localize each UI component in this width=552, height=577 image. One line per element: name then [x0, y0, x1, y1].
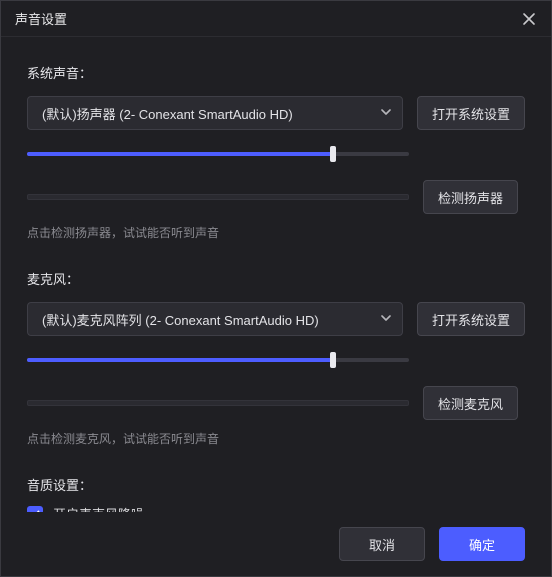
microphone-level-meter — [27, 400, 409, 406]
close-icon — [522, 12, 536, 26]
open-system-settings-mic-label: 打开系统设置 — [432, 310, 510, 329]
speaker-volume-slider[interactable] — [27, 144, 409, 164]
slider-fill — [27, 152, 333, 156]
speaker-level-meter — [27, 194, 409, 200]
test-speaker-label: 检测扬声器 — [438, 188, 503, 207]
dialog-content: 系统声音： (默认)扬声器 (2- Conexant SmartAudio HD… — [1, 37, 551, 512]
microphone-label: 麦克风： — [27, 269, 525, 288]
open-system-settings-button-mic[interactable]: 打开系统设置 — [417, 302, 525, 336]
open-system-settings-label: 打开系统设置 — [432, 104, 510, 123]
test-microphone-button[interactable]: 检测麦克风 — [423, 386, 518, 420]
microphone-device-select[interactable]: (默认)麦克风阵列 (2- Conexant SmartAudio HD) — [27, 302, 403, 336]
cancel-button[interactable]: 取消 — [339, 527, 425, 561]
slider-thumb[interactable] — [330, 352, 336, 368]
close-button[interactable] — [515, 5, 543, 33]
microphone-device-value: (默认)麦克风阵列 (2- Conexant SmartAudio HD) — [42, 310, 319, 329]
ok-button[interactable]: 确定 — [439, 527, 525, 561]
slider-fill — [27, 358, 333, 362]
test-speaker-button[interactable]: 检测扬声器 — [423, 180, 518, 214]
slider-thumb[interactable] — [330, 146, 336, 162]
audio-settings-dialog: 声音设置 系统声音： (默认)扬声器 (2- Conexant SmartAud… — [0, 0, 552, 577]
ok-label: 确定 — [469, 535, 495, 554]
microphone-volume-slider[interactable] — [27, 350, 409, 370]
open-system-settings-button-speaker[interactable]: 打开系统设置 — [417, 96, 525, 130]
dialog-title: 声音设置 — [15, 9, 67, 28]
cancel-label: 取消 — [369, 535, 395, 554]
microphone-hint: 点击检测麦克风，试试能否听到声音 — [27, 430, 525, 447]
system-sound-device-select[interactable]: (默认)扬声器 (2- Conexant SmartAudio HD) — [27, 96, 403, 130]
system-sound-label: 系统声音： — [27, 63, 525, 82]
dialog-footer: 取消 确定 — [1, 512, 551, 576]
quality-label: 音质设置： — [27, 475, 525, 494]
test-microphone-label: 检测麦克风 — [438, 394, 503, 413]
speaker-hint: 点击检测扬声器，试试能否听到声音 — [27, 224, 525, 241]
noise-reduction-label: 开启麦克风降噪 — [53, 504, 144, 512]
titlebar: 声音设置 — [1, 1, 551, 37]
chevron-down-icon — [380, 312, 392, 327]
system-sound-device-value: (默认)扬声器 (2- Conexant SmartAudio HD) — [42, 104, 293, 123]
chevron-down-icon — [380, 106, 392, 121]
